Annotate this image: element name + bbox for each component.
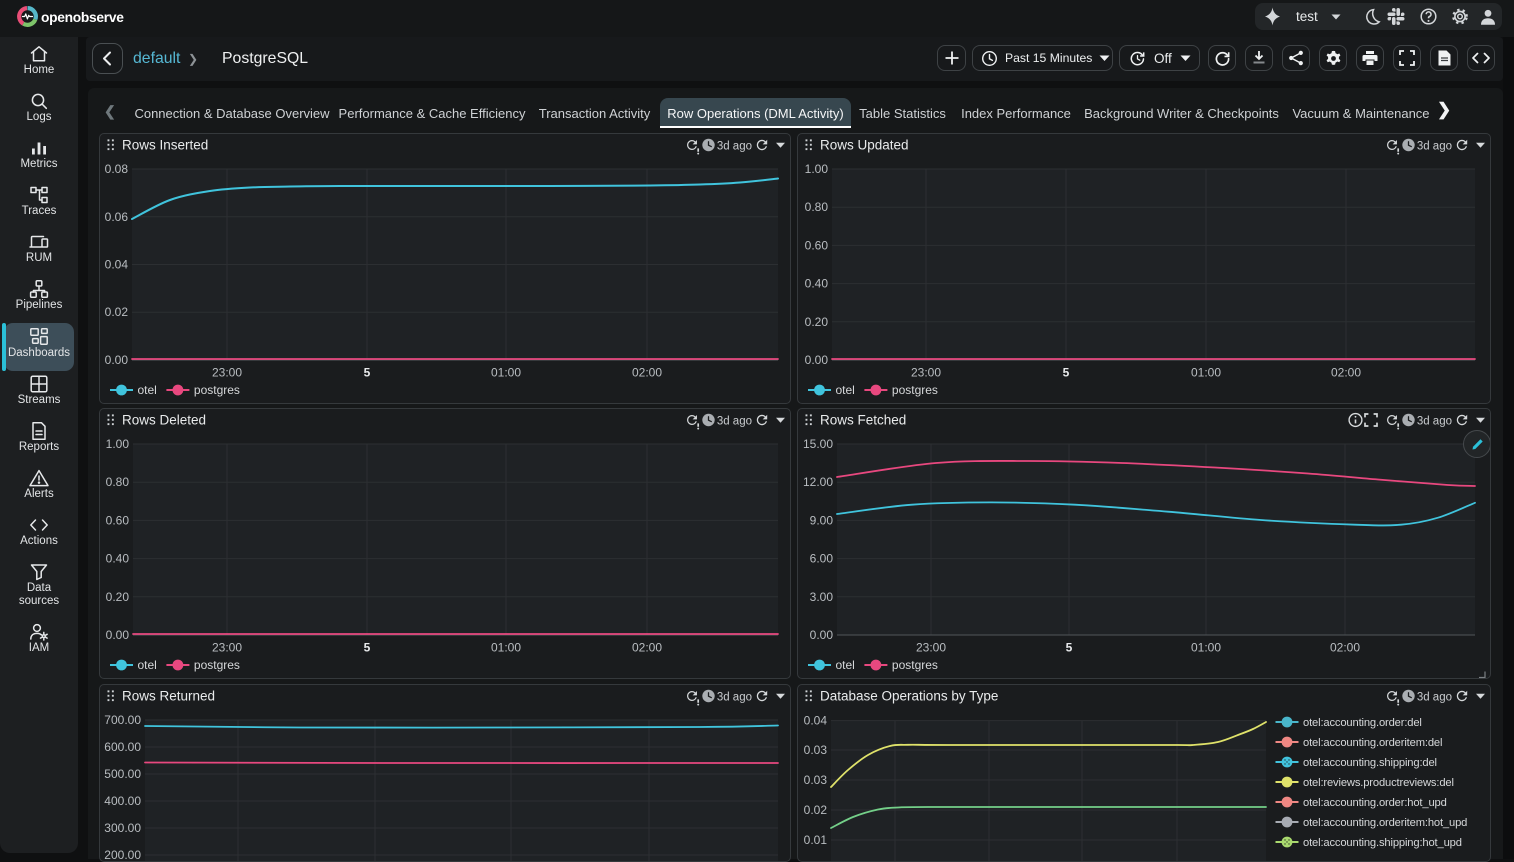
svg-text:02:00: 02:00 xyxy=(632,366,662,380)
svg-text:otel: otel xyxy=(836,383,855,397)
svg-text:3d ago: 3d ago xyxy=(717,691,752,703)
svg-text:3d ago: 3d ago xyxy=(717,415,752,427)
svg-text:0.03: 0.03 xyxy=(804,743,828,757)
svg-text:0.00: 0.00 xyxy=(106,628,130,642)
svg-text:0.04: 0.04 xyxy=(105,258,129,272)
svg-text:01:00: 01:00 xyxy=(1191,641,1221,655)
svg-text:otel: otel xyxy=(138,383,157,397)
svg-text:Database Operations by Type: Database Operations by Type xyxy=(820,689,998,704)
svg-text:postgres: postgres xyxy=(194,383,240,397)
svg-text:600.00: 600.00 xyxy=(104,740,141,754)
svg-text:02:00: 02:00 xyxy=(632,641,662,655)
svg-text:0.40: 0.40 xyxy=(805,277,829,291)
svg-text:1.00: 1.00 xyxy=(106,437,130,451)
svg-text:0.02: 0.02 xyxy=(804,803,828,817)
svg-text:3d ago: 3d ago xyxy=(1417,140,1452,152)
svg-text:otel: otel xyxy=(836,658,855,672)
svg-text:5: 5 xyxy=(1063,366,1070,380)
svg-text:0.80: 0.80 xyxy=(106,475,130,489)
svg-text:otel:accounting.order:hot_upd: otel:accounting.order:hot_upd xyxy=(1303,797,1447,809)
svg-text:23:00: 23:00 xyxy=(916,641,946,655)
svg-text:400.00: 400.00 xyxy=(104,794,141,808)
svg-text:0.20: 0.20 xyxy=(106,590,130,604)
svg-text:12.00: 12.00 xyxy=(803,475,833,489)
svg-text:700.00: 700.00 xyxy=(104,713,141,727)
svg-text:3d ago: 3d ago xyxy=(1417,415,1452,427)
svg-text:Rows Updated: Rows Updated xyxy=(820,138,909,153)
svg-text:01:00: 01:00 xyxy=(1191,366,1221,380)
svg-text:5: 5 xyxy=(1066,641,1073,655)
svg-text:0.00: 0.00 xyxy=(805,353,829,367)
svg-text:0.00: 0.00 xyxy=(105,353,129,367)
svg-text:Rows Inserted: Rows Inserted xyxy=(122,138,208,153)
svg-text:23:00: 23:00 xyxy=(212,366,242,380)
svg-text:0.80: 0.80 xyxy=(805,200,829,214)
svg-text:01:00: 01:00 xyxy=(491,641,521,655)
svg-text:0.02: 0.02 xyxy=(105,305,129,319)
svg-text:500.00: 500.00 xyxy=(104,767,141,781)
svg-text:postgres: postgres xyxy=(194,658,240,672)
svg-text:3.00: 3.00 xyxy=(810,590,834,604)
svg-text:otel:accounting.shipping:del: otel:accounting.shipping:del xyxy=(1303,757,1437,769)
svg-text:02:00: 02:00 xyxy=(1330,641,1360,655)
svg-text:01:00: 01:00 xyxy=(491,366,521,380)
svg-text:15.00: 15.00 xyxy=(803,437,833,451)
svg-text:23:00: 23:00 xyxy=(911,366,941,380)
svg-text:otel:accounting.shipping:hot_u: otel:accounting.shipping:hot_upd xyxy=(1303,837,1462,849)
svg-text:otel:accounting.orderitem:del: otel:accounting.orderitem:del xyxy=(1303,737,1442,749)
svg-text:5: 5 xyxy=(364,641,371,655)
svg-text:0.00: 0.00 xyxy=(810,628,834,642)
svg-text:0.60: 0.60 xyxy=(805,238,829,252)
svg-text:0.20: 0.20 xyxy=(805,315,829,329)
svg-text:5: 5 xyxy=(364,366,371,380)
svg-text:0.04: 0.04 xyxy=(804,714,828,728)
svg-text:Rows Deleted: Rows Deleted xyxy=(122,413,206,428)
svg-text:Rows Fetched: Rows Fetched xyxy=(820,413,906,428)
svg-text:postgres: postgres xyxy=(892,383,938,397)
svg-text:Rows Returned: Rows Returned xyxy=(122,689,215,704)
svg-text:6.00: 6.00 xyxy=(810,552,834,566)
svg-text:200.00: 200.00 xyxy=(104,848,141,861)
svg-text:otel:accounting.orderitem:hot_: otel:accounting.orderitem:hot_upd xyxy=(1303,817,1467,829)
svg-text:0.08: 0.08 xyxy=(105,162,129,176)
svg-text:otel:reviews.productreviews:de: otel:reviews.productreviews:del xyxy=(1303,777,1454,789)
svg-text:0.03: 0.03 xyxy=(804,773,828,787)
svg-text:0.01: 0.01 xyxy=(804,833,828,847)
svg-text:0.60: 0.60 xyxy=(106,513,130,527)
svg-text:otel: otel xyxy=(138,658,157,672)
svg-text:23:00: 23:00 xyxy=(212,641,242,655)
svg-text:3d ago: 3d ago xyxy=(717,140,752,152)
svg-text:9.00: 9.00 xyxy=(810,513,834,527)
svg-text:02:00: 02:00 xyxy=(1331,366,1361,380)
svg-text:0.06: 0.06 xyxy=(105,210,129,224)
svg-text:otel:accounting.order:del: otel:accounting.order:del xyxy=(1303,717,1422,729)
svg-text:postgres: postgres xyxy=(892,658,938,672)
svg-text:300.00: 300.00 xyxy=(104,821,141,835)
svg-text:3d ago: 3d ago xyxy=(1417,691,1452,703)
svg-text:0.40: 0.40 xyxy=(106,552,130,566)
svg-text:1.00: 1.00 xyxy=(805,162,829,176)
